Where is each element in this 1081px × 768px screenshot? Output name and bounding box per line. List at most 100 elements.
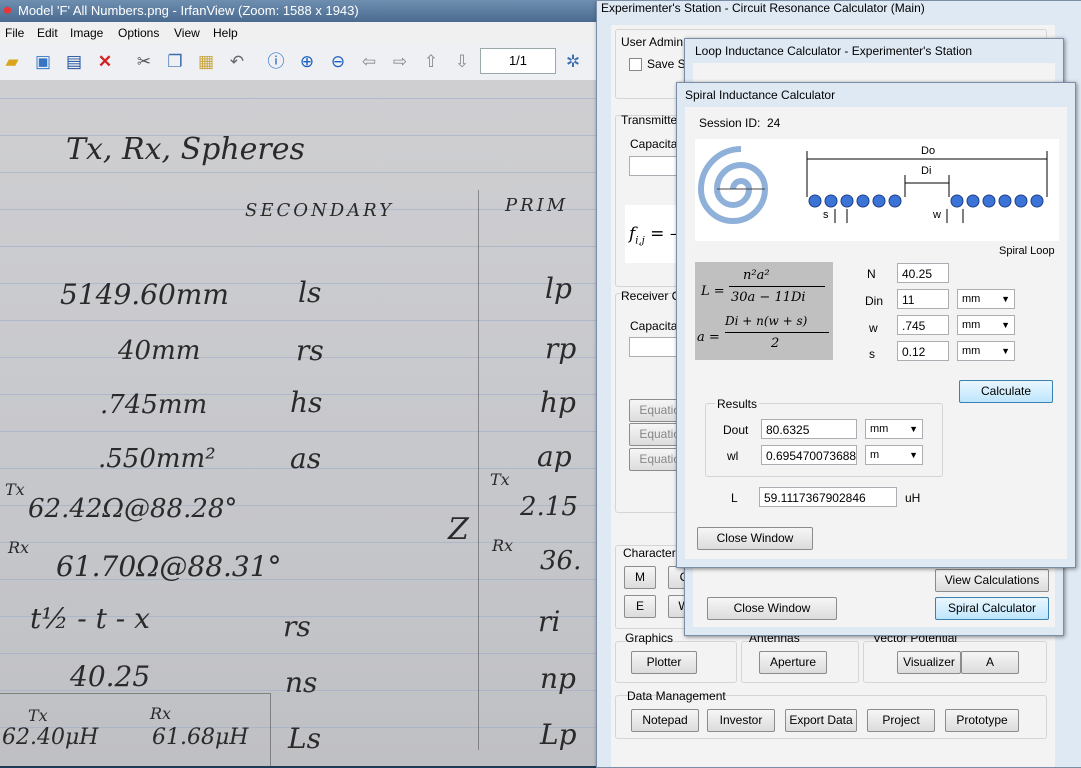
note-rx2: Rx [150,704,172,723]
notebook-image: Tx, Rx, Spheres SECONDARY PRIM 5149.60mm… [0,80,596,766]
undo-icon[interactable]: ↶ [226,51,248,73]
save-icon[interactable]: ▤ [63,51,85,73]
loop-close-window-button[interactable]: Close Window [707,597,837,620]
next-icon[interactable]: ⇨ [389,51,411,73]
page-counter[interactable]: 1/1 [480,48,556,74]
menu-help[interactable]: Help [213,26,238,40]
w-input[interactable]: .745 [897,315,949,335]
note-r8: 40.25 [70,660,151,693]
note-r8p: np [540,662,576,695]
e-button[interactable]: E [624,595,656,618]
spiral-inductance-window: Spiral Inductance Calculator Session ID:… [676,82,1076,568]
note-r7p: ri [538,605,561,638]
cut-icon[interactable]: ✂ [133,51,155,73]
export-data-button[interactable]: Export Data [785,709,857,732]
note-r6p: 36. [540,546,582,576]
note-r9s: Ls [288,722,321,755]
diagram-s-label: s [823,209,829,221]
slideshow-icon[interactable]: ▣ [32,51,54,73]
open-folder-icon[interactable]: ▰ [1,51,23,73]
note-tx2: Tx [28,706,48,725]
irfanview-app-icon: ✹ [2,3,13,18]
loop-window-title[interactable]: Loop Inductance Calculator - Experimente… [695,44,972,58]
spiral-close-window-button[interactable]: Close Window [697,527,813,550]
diagram-di-label: Di [921,165,932,177]
note-r4s: as [290,442,322,475]
wl-output[interactable]: 0.69547007368844 [761,445,857,465]
zoom-out-icon[interactable]: ⊖ [327,51,349,73]
m-button[interactable]: M [624,566,656,589]
main-window-title[interactable]: Experimenter's Station - Circuit Resonan… [601,1,925,15]
note-r4: .550mm² [98,444,216,474]
dimension-lines [806,151,1048,223]
note-r3s: hs [290,386,323,419]
paste-icon[interactable]: ▦ [195,51,217,73]
menu-image[interactable]: Image [70,26,103,40]
delete-icon[interactable]: ✕ [94,51,116,73]
plotter-button[interactable]: Plotter [631,651,697,674]
note-r2p: rp [545,332,577,365]
irfanview-window: ✹ Model 'F' All Numbers.png - IrfanView … [0,0,596,766]
note-r9a: 62.40μH [2,725,99,750]
spiral-calculator-button[interactable]: Spiral Calculator [935,597,1049,620]
w-unit-select[interactable]: mm ▼ [957,315,1015,335]
l-unit-label: uH [905,491,921,505]
note-r6: 61.70Ω@88.31° [56,550,282,583]
copy-icon[interactable]: ❐ [164,51,186,73]
chevron-down-icon: ▼ [909,424,918,434]
s-label: s [869,347,875,361]
session-id-value: 24 [767,116,781,130]
note-r9b: 61.68μH [152,725,249,750]
previous-icon[interactable]: ⇦ [358,51,380,73]
spiral-window-body: Session ID: 24 Do Di s w Spiral Loop L =… [685,107,1067,559]
s-input[interactable]: 0.12 [897,341,949,361]
calculate-button[interactable]: Calculate [959,380,1053,403]
w-label: w [869,321,878,335]
project-button[interactable]: Project [867,709,935,732]
investor-button[interactable]: Investor [707,709,775,732]
visualizer-button[interactable]: Visualizer [897,651,961,674]
dout-output[interactable]: 80.6325 [761,419,857,439]
page-up-icon[interactable]: ⇧ [420,51,442,73]
zoom-in-icon[interactable]: ⊕ [296,51,318,73]
irfanview-titlebar[interactable]: ✹ Model 'F' All Numbers.png - IrfanView … [0,0,596,22]
note-rx-right: Rx [492,536,514,555]
wl-unit-select[interactable]: m ▼ [865,445,923,465]
results-label: Results [715,397,760,411]
menu-options[interactable]: Options [118,26,159,40]
s-unit-select[interactable]: mm ▼ [957,341,1015,361]
info-icon[interactable]: ⓘ [265,51,287,73]
notepad-button[interactable]: Notepad [631,709,699,732]
note-primary: PRIM [505,195,569,216]
din-input[interactable]: 11 [897,289,949,309]
save-session-checkbox[interactable] [629,58,642,71]
din-unit-select[interactable]: mm ▼ [957,289,1015,309]
a-button[interactable]: A [961,651,1019,674]
prototype-button[interactable]: Prototype [945,709,1019,732]
l-output[interactable]: 59.1117367902846 [759,487,897,507]
chevron-down-icon: ▼ [1001,346,1010,356]
spiral-window-title[interactable]: Spiral Inductance Calculator [685,88,835,102]
results-group [705,403,943,477]
note-r4p: ap [537,440,572,473]
diagram-w-label: w [933,209,941,221]
diagram-do-label: Do [921,145,936,157]
w-unit-value: mm [962,319,981,331]
dout-unit-select[interactable]: mm ▼ [865,419,923,439]
note-r9p: Lp [540,718,577,751]
data-management-label: Data Management [627,689,726,703]
menu-view[interactable]: View [174,26,200,40]
properties-icon[interactable]: ✲ [562,51,584,73]
menu-edit[interactable]: Edit [37,26,58,40]
note-r7: t½ - t - x [30,602,150,635]
page-down-icon[interactable]: ⇩ [451,51,473,73]
aperture-button[interactable]: Aperture [759,651,827,674]
n-input[interactable]: 40.25 [897,263,949,283]
note-r8s: ns [285,666,318,699]
note-r2s: rs [296,334,324,367]
note-r3: .745mm [100,390,208,420]
note-r5: 62.42Ω@88.28° [28,494,238,524]
view-calculations-button[interactable]: View Calculations [935,569,1049,592]
l-label: L [731,491,738,505]
menu-file[interactable]: File [5,26,24,40]
